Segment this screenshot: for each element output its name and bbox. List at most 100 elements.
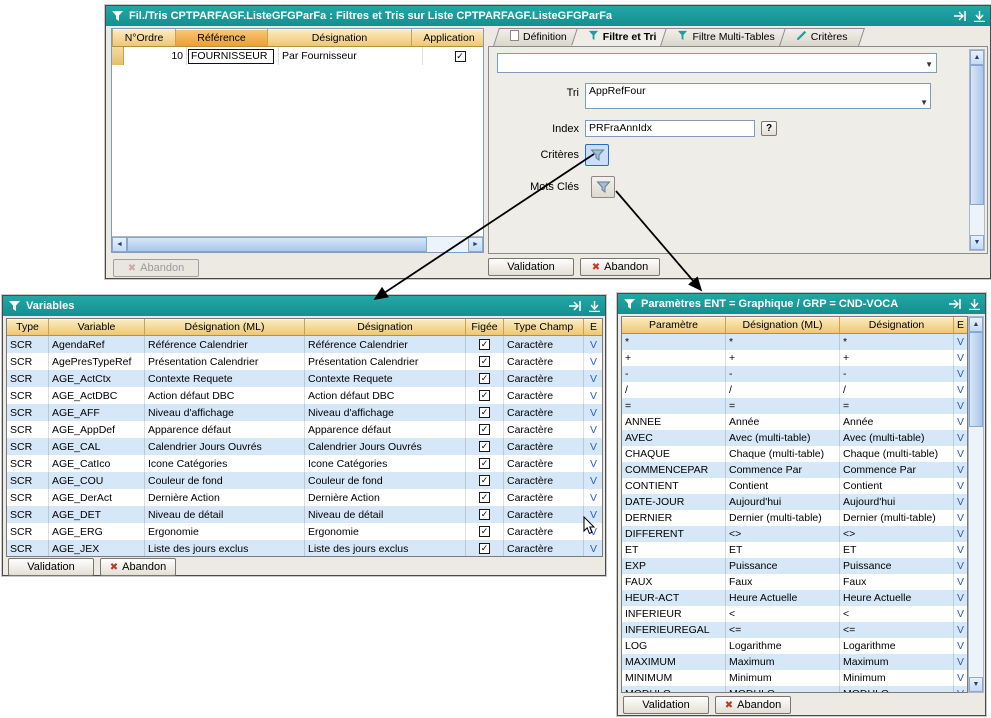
table-row[interactable]: MAXIMUMMaximumMaximumV [622, 654, 967, 670]
criteres-filter-button[interactable] [585, 144, 609, 166]
table-row[interactable]: DERNIERDernier (multi-table)Dernier (mul… [622, 510, 967, 526]
tri-input[interactable]: AppRefFour ▼ [585, 83, 931, 109]
parameters-titlebar[interactable]: Paramètres ENT = Graphique / GRP = CND-V… [618, 294, 985, 314]
table-row[interactable]: COMMENCEPARCommence ParCommence ParV [622, 462, 967, 478]
tab-definition[interactable]: Définition [496, 28, 581, 46]
row-selector-cell[interactable] [112, 47, 124, 65]
table-row[interactable]: CHAQUEChaque (multi-table)Chaque (multi-… [622, 446, 967, 462]
mots-cles-filter-button[interactable] [591, 176, 615, 198]
table-row[interactable]: MODULOMODULOMODULOV [622, 686, 967, 693]
table-row[interactable]: CONTIENTContientContientV [622, 478, 967, 494]
table-row[interactable]: ETETETV [622, 542, 967, 558]
validation-button[interactable]: Validation [623, 696, 709, 714]
column-header[interactable]: Désignation [305, 319, 466, 336]
column-header-ordre[interactable]: N°Ordre [113, 29, 176, 47]
vertical-scrollbar[interactable] [968, 316, 984, 693]
table-row[interactable]: SCRAGE_ActDBCAction défaut DBCAction déf… [7, 387, 602, 404]
column-header[interactable]: Désignation (ML) [726, 317, 840, 334]
table-row[interactable]: DIFFERENT<><>V [622, 526, 967, 542]
table-row[interactable]: 10 FOURNISSEUR Par Fournisseur [112, 47, 483, 65]
reference-edit-input[interactable]: FOURNISSEUR [188, 49, 274, 64]
column-header-application[interactable]: Application [412, 29, 484, 47]
goto-end-icon[interactable] [954, 11, 967, 21]
checkbox-checked[interactable] [479, 526, 490, 537]
table-row[interactable]: ANNEEAnnéeAnnéeV [622, 414, 967, 430]
checkbox-checked[interactable] [479, 424, 490, 435]
tab-filtre-multi-tables[interactable]: Filtre Multi-Tables [663, 28, 788, 46]
table-row[interactable]: ///V [622, 382, 967, 398]
scrollbar-thumb[interactable] [127, 237, 427, 252]
dock-down-icon[interactable] [969, 299, 980, 310]
column-header-reference[interactable]: Référence [176, 29, 268, 47]
filters-titlebar[interactable]: Fil./Tris CPTPARFAGF.ListeGFGParFa : Fil… [106, 6, 990, 26]
table-row[interactable]: MINIMUMMinimumMinimumV [622, 670, 967, 686]
checkbox-checked[interactable] [479, 390, 490, 401]
table-row[interactable]: FAUXFauxFauxV [622, 574, 967, 590]
goto-end-icon[interactable] [569, 301, 582, 311]
table-row[interactable]: DATE-JOURAujourd'huiAujourd'huiV [622, 494, 967, 510]
table-row[interactable]: SCRAGE_DerActDernière ActionDernière Act… [7, 489, 602, 506]
table-row[interactable]: EXPPuissancePuissanceV [622, 558, 967, 574]
vertical-scrollbar[interactable] [969, 49, 985, 251]
checkbox-checked[interactable] [479, 492, 490, 503]
checkbox-checked[interactable] [479, 373, 490, 384]
dock-down-icon[interactable] [974, 11, 985, 22]
index-help-button[interactable]: ? [761, 121, 777, 136]
scroll-left-icon[interactable] [112, 237, 127, 252]
abandon-button[interactable]: Abandon [580, 258, 660, 276]
chevron-down-icon[interactable]: ▼ [925, 60, 933, 69]
table-row[interactable]: LOGLogarithmeLogarithmeV [622, 638, 967, 654]
tab-criteres[interactable]: Critères [782, 28, 862, 46]
column-header[interactable]: Type Champ [504, 319, 584, 336]
table-row[interactable]: SCRAGE_JEXListe des jours exclusListe de… [7, 540, 602, 557]
validation-button[interactable]: Validation [8, 558, 94, 576]
checkbox-checked[interactable] [479, 458, 490, 469]
checkbox-checked[interactable] [479, 509, 490, 520]
checkbox-checked[interactable] [479, 339, 490, 350]
table-row[interactable]: SCRAGE_COUCouleur de fondCouleur de fond… [7, 472, 602, 489]
index-input[interactable]: PRFraAnnIdx [585, 120, 755, 137]
variables-titlebar[interactable]: Variables [3, 296, 605, 316]
checkbox-checked[interactable] [455, 51, 466, 62]
checkbox-checked[interactable] [479, 475, 490, 486]
checkbox-checked[interactable] [479, 543, 490, 554]
column-header[interactable]: Paramètre [622, 317, 726, 334]
table-row[interactable]: SCRAGE_ERGErgonomieErgonomieCaractèreV [7, 523, 602, 540]
table-row[interactable]: SCRAGE_CALCalendrier Jours OuvrésCalendr… [7, 438, 602, 455]
abandon-button[interactable]: Abandon [100, 558, 176, 576]
scrollbar-thumb[interactable] [970, 65, 984, 205]
column-header[interactable]: Figée [466, 319, 504, 336]
table-row[interactable]: HEUR-ACTHeure ActuelleHeure ActuelleV [622, 590, 967, 606]
scroll-down-icon[interactable] [969, 677, 983, 692]
scrollbar-thumb[interactable] [969, 332, 983, 427]
column-header[interactable]: Variable [49, 319, 145, 336]
table-row[interactable]: SCRAGE_AFFNiveau d'affichageNiveau d'aff… [7, 404, 602, 421]
scroll-up-icon[interactable] [969, 317, 983, 332]
column-header-designation[interactable]: Désignation [268, 29, 412, 47]
table-row[interactable]: INFERIEUREGAL<=<=V [622, 622, 967, 638]
column-header[interactable]: E [584, 319, 603, 336]
table-row[interactable]: SCRAGE_ActCtxContexte RequeteContexte Re… [7, 370, 602, 387]
table-row[interactable]: SCRAgendaRefRéférence CalendrierRéférenc… [7, 336, 602, 353]
column-header[interactable]: Désignation (ML) [145, 319, 305, 336]
scroll-right-icon[interactable] [468, 237, 483, 252]
table-row[interactable]: INFERIEUR<<V [622, 606, 967, 622]
table-row[interactable]: ---V [622, 366, 967, 382]
table-row[interactable]: SCRAGE_AppDefApparence défautApparence d… [7, 421, 602, 438]
checkbox-checked[interactable] [479, 407, 490, 418]
validation-button[interactable]: Validation [488, 258, 574, 276]
checkbox-checked[interactable] [479, 356, 490, 367]
filter-condition-combobox[interactable]: ▼ [497, 53, 937, 73]
goto-end-icon[interactable] [949, 299, 962, 309]
column-header[interactable]: E [954, 317, 968, 334]
table-row[interactable]: +++V [622, 350, 967, 366]
tab-filtre-et-tri[interactable]: Filtre et Tri [574, 28, 671, 46]
column-header[interactable]: Désignation [840, 317, 954, 334]
table-row[interactable]: ***V [622, 334, 967, 350]
dock-down-icon[interactable] [589, 301, 600, 312]
horizontal-scrollbar[interactable] [112, 236, 483, 252]
table-row[interactable]: SCRAGE_CatIcoIcone CatégoriesIcone Catég… [7, 455, 602, 472]
column-header[interactable]: Type [7, 319, 49, 336]
checkbox-checked[interactable] [479, 441, 490, 452]
table-row[interactable]: AVECAvec (multi-table)Avec (multi-table)… [622, 430, 967, 446]
